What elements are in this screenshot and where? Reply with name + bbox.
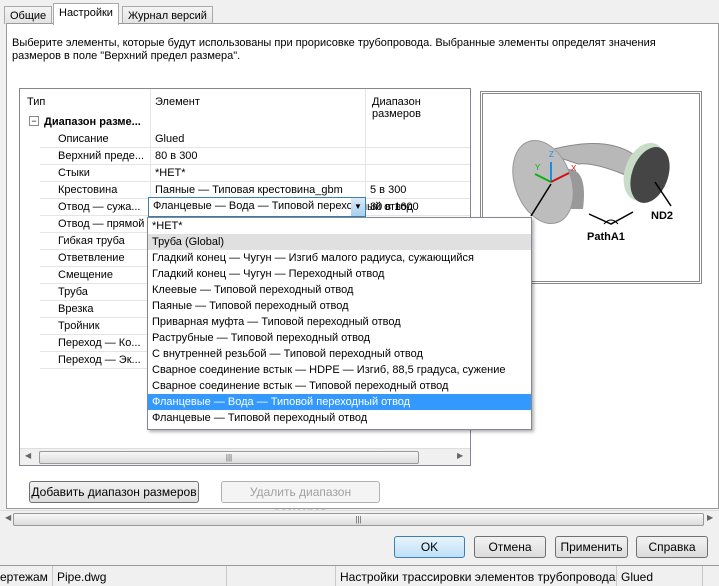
group-row[interactable]: − Диапазон разме... <box>20 114 470 131</box>
row-range: 5 в 300 <box>370 184 407 196</box>
row-type: Переход — Эк... <box>58 354 141 366</box>
scroll-right-icon[interactable]: ▶ <box>707 513 713 522</box>
row-type: Труба <box>58 286 88 298</box>
status-file: Pipe.dwg <box>57 570 107 584</box>
dropdown-option[interactable]: Сварное соединение встык — HDPE — Изгиб,… <box>148 362 531 378</box>
axis-x-label: X <box>571 164 577 173</box>
grid-header: Тип Элемент Диапазон размеров <box>20 89 470 120</box>
row-element[interactable]: *НЕТ* <box>155 167 186 179</box>
group-label: Диапазон разме... <box>44 116 141 128</box>
status-style: Glued <box>621 570 654 584</box>
dialog-horizontal-scrollbar[interactable]: ◀ ||| ▶ <box>0 510 719 527</box>
cancel-button[interactable]: Отмена <box>474 536 546 558</box>
remove-size-range-button[interactable]: Удалить диапазон размеров <box>221 481 380 519</box>
description-text: Выберите элементы, которые будут использ… <box>12 37 656 62</box>
axis-y-label: Y <box>535 163 541 172</box>
row-element[interactable]: Glued <box>155 133 184 145</box>
path-label: PathA1 <box>587 231 625 243</box>
row-type: Ответвление <box>58 252 125 264</box>
row-type: Тройник <box>58 320 100 332</box>
dropdown-option[interactable]: Клеевые — Типовой переходный отвод <box>148 282 531 298</box>
element-combobox[interactable]: Фланцевые — Вода — Типовой переходный от… <box>148 197 366 217</box>
tab-version-history[interactable]: Журнал версий <box>122 6 213 24</box>
row-type: Крестовина <box>58 184 118 196</box>
row-type: Отвод — сужа... <box>58 201 141 213</box>
dropdown-option[interactable]: *НЕТ* <box>148 218 531 234</box>
row-type: Переход — Ко... <box>58 337 141 349</box>
row-type: Врезка <box>58 303 94 315</box>
table-row[interactable]: Верхний преде... 80 в 300 <box>20 148 470 165</box>
help-button[interactable]: Справка <box>636 536 708 558</box>
scroll-left-icon[interactable]: ◀ <box>5 513 11 522</box>
dropdown-option[interactable]: Труба (Global) <box>148 234 531 250</box>
chevron-down-icon[interactable]: ▼ <box>351 198 365 216</box>
row-type: Описание <box>58 133 109 145</box>
dropdown-option[interactable]: Гладкий конец — Чугун — Переходный отвод <box>148 266 531 282</box>
ok-button[interactable]: OK <box>394 536 465 558</box>
row-type: Гибкая труба <box>58 235 125 247</box>
dropdown-option[interactable]: С внутренней резьбой — Типовой переходны… <box>148 346 531 362</box>
combobox-value: Фланцевые — Вода — Типовой переходный от… <box>153 200 365 212</box>
row-type: Верхний преде... <box>58 150 145 162</box>
add-size-range-button[interactable]: Добавить диапазон размеров <box>29 481 199 503</box>
table-row[interactable]: Описание Glued <box>20 131 470 148</box>
grid-horizontal-scrollbar[interactable]: ◀ ||| ▶ <box>20 448 470 465</box>
collapse-icon[interactable]: − <box>29 116 39 126</box>
dropdown-option[interactable]: Приварная муфта — Типовой переходный отв… <box>148 314 531 330</box>
tab-general[interactable]: Общие <box>4 6 53 24</box>
scroll-right-icon[interactable]: ▶ <box>457 451 463 460</box>
dropdown-option[interactable]: Гладкий конец — Чугун — Изгиб малого рад… <box>148 250 531 266</box>
row-type: Смещение <box>58 269 114 281</box>
status-left: ертежам <box>0 570 48 584</box>
status-bar: ертежам Pipe.dwg Настройки трассировки э… <box>0 565 719 586</box>
axis-z-label: Z <box>549 150 554 159</box>
column-type[interactable]: Тип <box>27 96 45 108</box>
nd2-label: ND2 <box>651 210 673 222</box>
row-element[interactable]: Паяные — Типовая крестовина_gbm <box>155 184 343 196</box>
apply-button[interactable]: Применить <box>555 536 628 558</box>
dropdown-option[interactable]: Паяные — Типовой переходный отвод <box>148 298 531 314</box>
row-element[interactable]: 80 в 300 <box>155 150 198 162</box>
status-title: Настройки трассировки элементов трубопро… <box>340 570 616 584</box>
dropdown-option[interactable]: Фланцевые — Типовой переходный отвод <box>148 410 531 426</box>
row-range: 80 в 1600 <box>370 201 419 213</box>
dropdown-option[interactable]: Фланцевые — Вода — Типовой переходный от… <box>148 394 531 410</box>
row-type: Отвод — прямой <box>58 218 145 230</box>
scroll-left-icon[interactable]: ◀ <box>25 451 31 460</box>
scroll-thumb[interactable]: ||| <box>39 451 419 464</box>
tab-settings[interactable]: Настройки <box>53 3 119 25</box>
table-row[interactable]: Стыки *НЕТ* <box>20 165 470 182</box>
element-dropdown-list[interactable]: *НЕТ* Труба (Global) Гладкий конец — Чугун… <box>147 217 532 430</box>
column-element[interactable]: Элемент <box>155 96 200 108</box>
dropdown-option[interactable]: Раструбные — Типовой переходный отвод <box>148 330 531 346</box>
row-type: Стыки <box>58 167 90 179</box>
dropdown-option[interactable]: Сварное соединение встык — Типовой перех… <box>148 378 531 394</box>
scroll-thumb[interactable]: ||| <box>13 513 704 526</box>
